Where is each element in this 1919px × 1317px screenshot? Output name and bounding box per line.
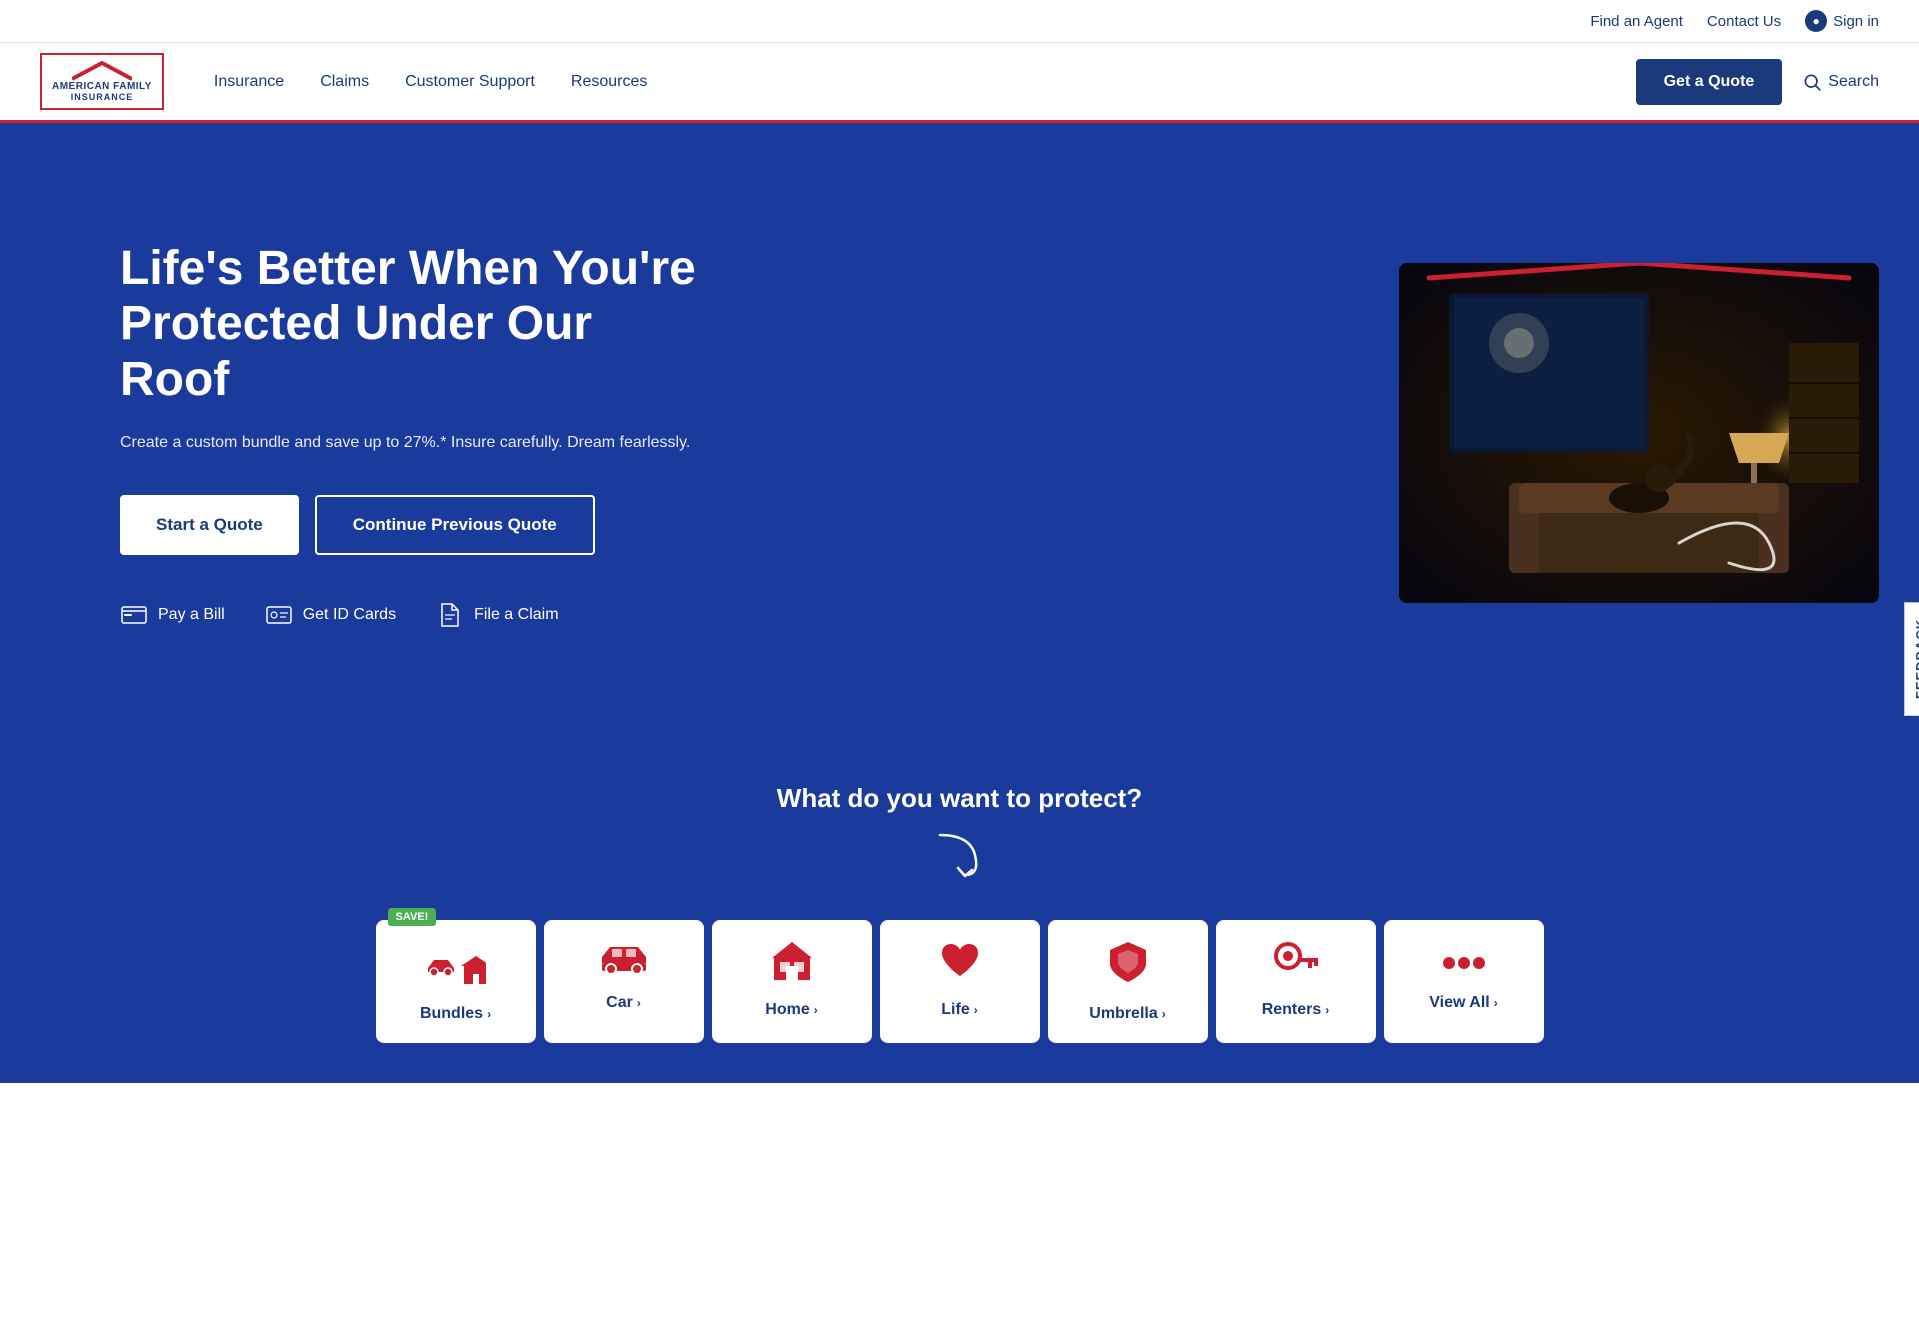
search-label: Search (1828, 73, 1879, 91)
nav-bar: AMERICAN FAMILY INSURANCE Insurance Clai… (0, 43, 1919, 123)
hero-scene-svg (1399, 263, 1879, 603)
feedback-tab[interactable]: FEEDBACK (1904, 601, 1919, 715)
view-all-label: View All › (1429, 994, 1497, 1012)
nav-resources[interactable]: Resources (571, 73, 647, 91)
find-agent-link[interactable]: Find an Agent (1590, 13, 1683, 30)
renters-card[interactable]: Renters › (1216, 920, 1376, 1043)
get-id-cards-label: Get ID Cards (303, 606, 396, 624)
hero-quick-links: Pay a Bill Get ID Cards (120, 605, 700, 625)
hero-content: Life's Better When You're Protected Unde… (120, 241, 700, 625)
contact-us-link[interactable]: Contact Us (1707, 13, 1781, 30)
id-card-icon (265, 605, 293, 625)
home-card[interactable]: Home › (712, 920, 872, 1043)
product-cards-row: SAVE! Bundles › (0, 920, 1919, 1083)
search-icon (1802, 72, 1822, 92)
car-card[interactable]: Car › (544, 920, 704, 1043)
umbrella-shield-icon (1108, 940, 1148, 993)
car-label: Car › (606, 994, 641, 1012)
logo-text-main: AMERICAN FAMILY (52, 81, 152, 92)
renters-chevron: › (1325, 1003, 1329, 1017)
nav-right: Get a Quote Search (1636, 59, 1879, 105)
get-quote-button[interactable]: Get a Quote (1636, 59, 1783, 105)
nav-insurance[interactable]: Insurance (214, 73, 284, 91)
view-all-chevron: › (1494, 996, 1498, 1010)
home-chevron: › (814, 1003, 818, 1017)
hero-subtitle: Create a custom bundle and save up to 27… (120, 431, 700, 455)
save-badge: SAVE! (388, 908, 437, 926)
logo-text-sub: INSURANCE (71, 92, 134, 102)
protect-section: What do you want to protect? (0, 743, 1919, 920)
hero-section: Life's Better When You're Protected Unde… (0, 123, 1919, 743)
top-bar: Find an Agent Contact Us ● Sign in (0, 0, 1919, 43)
start-quote-button[interactable]: Start a Quote (120, 495, 299, 555)
search-button[interactable]: Search (1802, 72, 1879, 92)
umbrella-card[interactable]: Umbrella › (1048, 920, 1208, 1043)
life-label: Life › (941, 1001, 977, 1019)
user-icon: ● (1805, 10, 1827, 32)
heart-icon (938, 940, 982, 989)
protect-title: What do you want to protect? (40, 783, 1879, 814)
credit-card-icon (120, 605, 148, 625)
car-chevron: › (637, 996, 641, 1010)
sign-in-button[interactable]: ● Sign in (1805, 10, 1879, 32)
hero-image-scene (1399, 263, 1879, 603)
key-icon (1274, 940, 1318, 989)
nav-links: Insurance Claims Customer Support Resour… (214, 73, 1636, 91)
curly-arrow-svg (930, 830, 990, 880)
umbrella-label: Umbrella › (1089, 1005, 1165, 1023)
view-all-card[interactable]: View All › (1384, 920, 1544, 1043)
home-label: Home › (765, 1001, 817, 1019)
feedback-label: FEEDBACK (1913, 618, 1919, 698)
home-icon (770, 940, 814, 989)
hero-buttons: Start a Quote Continue Previous Quote (120, 495, 700, 555)
bundles-card[interactable]: SAVE! Bundles › (376, 920, 536, 1043)
get-id-cards-link[interactable]: Get ID Cards (265, 605, 396, 625)
umbrella-chevron: › (1162, 1007, 1166, 1021)
nav-claims[interactable]: Claims (320, 73, 369, 91)
bundles-label: Bundles › (420, 1005, 491, 1023)
renters-label: Renters › (1262, 1001, 1330, 1019)
dots-icon (1439, 940, 1489, 982)
hero-title: Life's Better When You're Protected Unde… (120, 241, 700, 407)
sign-in-label: Sign in (1833, 13, 1879, 30)
bundles-chevron: › (487, 1007, 491, 1021)
pay-bill-label: Pay a Bill (158, 606, 225, 624)
life-card[interactable]: Life › (880, 920, 1040, 1043)
life-chevron: › (974, 1003, 978, 1017)
document-icon (436, 605, 464, 625)
logo-box: AMERICAN FAMILY INSURANCE (40, 53, 164, 110)
bundle-icon (426, 948, 486, 993)
pay-bill-link[interactable]: Pay a Bill (120, 605, 225, 625)
car-icon (598, 940, 650, 982)
file-claim-label: File a Claim (474, 606, 558, 624)
arrow-decoration (40, 830, 1879, 880)
logo[interactable]: AMERICAN FAMILY INSURANCE (40, 53, 164, 110)
file-claim-link[interactable]: File a Claim (436, 605, 558, 625)
nav-customer-support[interactable]: Customer Support (405, 73, 535, 91)
logo-roof-icon (72, 61, 132, 81)
hero-image (1399, 263, 1879, 603)
continue-quote-button[interactable]: Continue Previous Quote (315, 495, 595, 555)
